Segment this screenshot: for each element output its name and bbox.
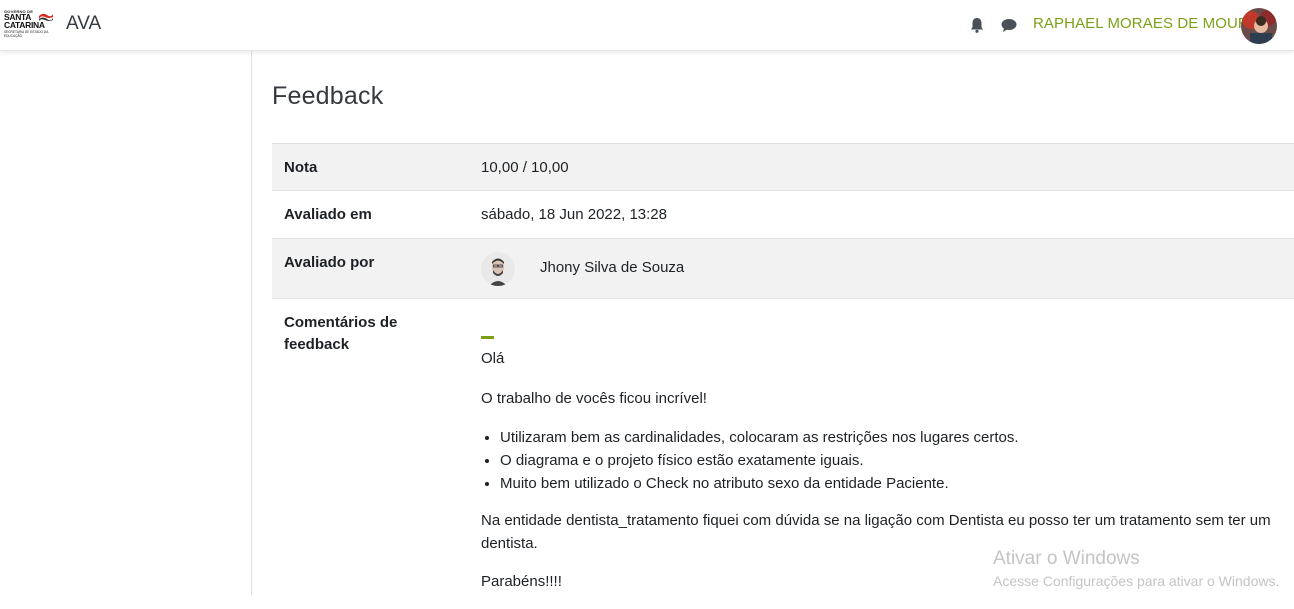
grader-name[interactable]: Jhony Silva de Souza xyxy=(540,257,684,279)
grader-avatar-image xyxy=(481,252,515,286)
list-item: Muito bem utilizado o Check no atributo … xyxy=(500,472,1019,495)
comment-paragraph: O trabalho de vocês ficou incrível! xyxy=(481,390,707,407)
user-avatar[interactable] xyxy=(1241,8,1277,44)
comment-greeting: Olá xyxy=(481,350,505,367)
comment-paragraph-line: dentista. xyxy=(481,535,538,552)
comment-closing: Parabéns!!!! xyxy=(481,573,562,590)
comment-bullet-list: Utilizaram bem as cardinalidades, coloca… xyxy=(481,426,1019,495)
accent-dash xyxy=(481,336,494,339)
list-item: Utilizaram bem as cardinalidades, coloca… xyxy=(500,426,1019,449)
graded-by-label: Avaliado por xyxy=(284,254,375,271)
list-item: O diagrama e o projeto físico estão exat… xyxy=(500,449,1019,472)
sc-government-logo[interactable]: GOVERNO DE SANTA CATARINA SECRETARIA DE E… xyxy=(4,9,54,39)
user-avatar-image xyxy=(1241,8,1277,44)
table-row-feedback-comments: Comentários de feedback Olá O trabalho d… xyxy=(272,298,1294,609)
windows-activation-subtitle: Acesse Configurações para ativar o Windo… xyxy=(993,573,1280,589)
chat-icon[interactable] xyxy=(1000,16,1018,34)
logo-line-4: SECRETARIA DE ESTADO DA EDUCAÇÃO xyxy=(4,30,49,38)
grade-label: Nota xyxy=(284,159,318,176)
left-drawer xyxy=(0,51,252,595)
graded-on-value: sábado, 18 Jun 2022, 13:28 xyxy=(481,206,667,223)
feedback-table: Nota 10,00 / 10,00 Avaliado em sábado, 1… xyxy=(272,143,1294,609)
bell-icon[interactable] xyxy=(968,16,986,34)
table-row-graded-by: Avaliado por Jhony Silva de Souza xyxy=(272,238,1294,298)
grader-avatar[interactable] xyxy=(481,252,515,286)
grade-value: 10,00 / 10,00 xyxy=(481,159,569,176)
table-row-grade: Nota 10,00 / 10,00 xyxy=(272,143,1294,190)
table-row-graded-on: Avaliado em sábado, 18 Jun 2022, 13:28 xyxy=(272,190,1294,238)
windows-activation-title: Ativar o Windows xyxy=(993,548,1140,569)
top-navbar: GOVERNO DE SANTA CATARINA SECRETARIA DE E… xyxy=(0,0,1294,51)
feedback-comments-label: Comentários de feedback xyxy=(284,314,398,353)
comment-paragraph-line: Na entidade dentista_tratamento fiquei c… xyxy=(481,512,1271,529)
page-title: Feedback xyxy=(272,82,384,110)
user-name[interactable]: RAPHAEL MORAES DE MOURA xyxy=(1033,15,1259,32)
graded-on-label: Avaliado em xyxy=(284,206,372,223)
site-name[interactable]: AVA xyxy=(66,13,101,35)
flag-icon xyxy=(39,13,53,21)
